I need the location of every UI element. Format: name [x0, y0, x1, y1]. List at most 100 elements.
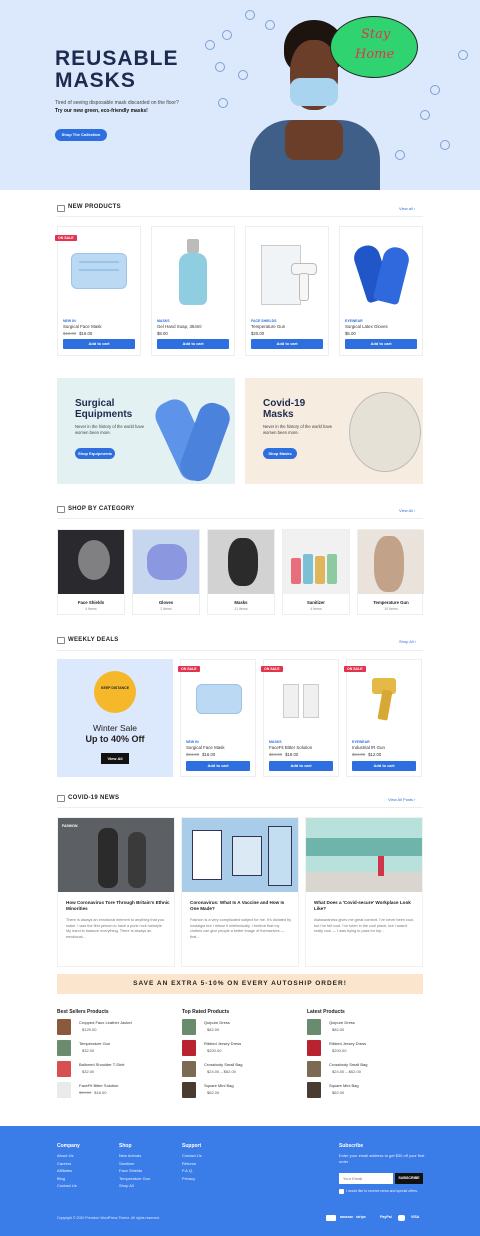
promo-masks[interactable]: Covid-19 Masks Never in the history of th…: [245, 378, 423, 484]
add-to-cart-button[interactable]: Add to cart: [157, 339, 229, 349]
winter-sale-banner[interactable]: KEEP DISTANCE Winter Sale Up to 40% Off …: [57, 659, 173, 777]
promo-equipments[interactable]: Surgical Equipments Never in the history …: [57, 378, 235, 484]
category-sanitizer[interactable]: Sanitizer 4 Items: [282, 529, 350, 615]
list-item[interactable]: Quipure Dress $82.00: [307, 1019, 417, 1035]
list-item[interactable]: Cropped Faux Leather Jacket $129.00: [57, 1019, 167, 1035]
list-item[interactable]: Ribbed Jersey Dress $200.00: [307, 1040, 417, 1056]
autoship-banner: SAVE AN EXTRA 5-10% ON EVERY AUTOSHIP OR…: [57, 974, 423, 994]
product-thumbnail: [182, 1040, 196, 1056]
product-name[interactable]: Surgical Latex Gloves: [345, 324, 388, 329]
list-item[interactable]: Temperature Gun $32.00: [57, 1040, 167, 1056]
category-temperature-gun[interactable]: Temperature Gun 10 Items: [357, 529, 424, 615]
product-thumbnail: [307, 1061, 321, 1077]
product-category[interactable]: NEW IN: [63, 319, 76, 323]
add-to-cart-button[interactable]: Add to cart: [352, 761, 416, 771]
footer-link[interactable]: Shop All: [119, 1182, 150, 1190]
list-item[interactable]: Square Mini Bag $62.00: [182, 1082, 292, 1098]
list-item[interactable]: Balloned Shoulder T-Shirt $32.00: [57, 1061, 167, 1077]
footer-link[interactable]: Privacy: [182, 1175, 202, 1183]
footer-link[interactable]: F.A.Q.: [182, 1167, 202, 1175]
visa-icon: VISA: [411, 1215, 420, 1219]
product-name[interactable]: Square Mini Bag: [204, 1083, 234, 1088]
document-icon: [57, 795, 65, 802]
divider: [57, 807, 423, 808]
deal-card[interactable]: ON SALE MASKS FaceFit Bitter Solution $2…: [261, 659, 339, 777]
deal-card[interactable]: ON SALE NEW IN Surgical Face Mask $24.00…: [178, 659, 256, 777]
product-name[interactable]: Crossbody Small Bag: [204, 1062, 242, 1067]
weekly-shop-all[interactable]: Shop All ›: [399, 639, 416, 644]
news-headline[interactable]: Coronavirus: What Is A Vaccine and How I…: [190, 900, 294, 912]
news-card[interactable]: Coronavirus: What Is A Vaccine and How I…: [181, 817, 299, 967]
list-item[interactable]: Crossbody Small Bag $24.00 – $62.00: [182, 1061, 292, 1077]
product-name[interactable]: Temperature Gun: [251, 324, 285, 329]
subscribe-email-input[interactable]: [339, 1173, 393, 1184]
product-category[interactable]: EYEWEAR: [345, 319, 363, 323]
sale-badge: ON SALE: [55, 235, 77, 241]
product-card[interactable]: ON SALE NEW IN Surgical Face Mask $18.00…: [55, 226, 141, 356]
footer-link[interactable]: Sanitizer: [119, 1160, 150, 1168]
add-to-cart-button[interactable]: Add to cart: [269, 761, 333, 771]
footer-link[interactable]: Careers: [57, 1160, 77, 1168]
list-item[interactable]: Square Mini Bag $62.00: [307, 1082, 417, 1098]
footer-link[interactable]: Blog: [57, 1175, 77, 1183]
product-name[interactable]: Ribbed Jersey Dress: [204, 1041, 241, 1046]
category-gloves[interactable]: Gloves 2 Items: [132, 529, 200, 615]
n95-mask-image: [349, 392, 421, 472]
news-card[interactable]: What Does a 'Covid-secure' Workplace Loo…: [305, 817, 423, 967]
product-name[interactable]: Quipure Dress: [329, 1020, 355, 1025]
news-headline[interactable]: How Coronavirus Tore Through Britain's E…: [66, 900, 170, 912]
category-view-all[interactable]: View All ›: [399, 508, 415, 513]
product-name[interactable]: Quipure Dress: [204, 1020, 230, 1025]
shop-collection-button[interactable]: Shop The Collection: [55, 129, 107, 141]
product-name[interactable]: Temperature Gun: [79, 1041, 110, 1046]
category-face-shields[interactable]: Face Shields 4 Items: [57, 529, 125, 615]
product-name[interactable]: Crossbody Small Bag: [329, 1062, 367, 1067]
product-name[interactable]: Ribbed Jersey Dress: [329, 1041, 366, 1046]
footer-link[interactable]: Face Shields: [119, 1167, 150, 1175]
product-name[interactable]: Gel Hand Soap, 354ml: [157, 324, 201, 329]
footer-link[interactable]: New Arrivals: [119, 1152, 150, 1160]
product-card[interactable]: MASKS Gel Hand Soap, 354ml $8.00 Add to …: [151, 226, 235, 356]
news-card[interactable]: FASHION How Coronavirus Tore Through Bri…: [57, 817, 175, 967]
add-to-cart-button[interactable]: Add to cart: [186, 761, 250, 771]
product-category[interactable]: EYEWEAR: [352, 740, 370, 744]
list-item[interactable]: Quipure Dress $82.00: [182, 1019, 292, 1035]
list-item[interactable]: Crossbody Small Bag $24.00 – $62.00: [307, 1061, 417, 1077]
product-name[interactable]: Surgical Face Mask: [186, 745, 225, 750]
product-name[interactable]: FaceFit Bitter Solution: [79, 1083, 118, 1088]
footer-link[interactable]: Contact Us: [182, 1152, 202, 1160]
product-name[interactable]: FaceFit Bitter Solution: [269, 745, 312, 750]
new-products-view-all[interactable]: View all ›: [399, 206, 415, 211]
product-name[interactable]: Cropped Faux Leather Jacket: [79, 1020, 132, 1025]
product-category[interactable]: MASKS: [269, 740, 282, 744]
footer-link[interactable]: Returns: [182, 1160, 202, 1168]
product-name[interactable]: Industrial IR Gun: [352, 745, 385, 750]
footer-shop-title: Shop: [119, 1143, 132, 1149]
list-item[interactable]: FaceFit Bitter Solution $24.50 $18.00: [57, 1082, 167, 1098]
news-headline[interactable]: What Does a 'Covid-secure' Workplace Loo…: [314, 900, 418, 912]
product-category[interactable]: FACE SHIELDS: [251, 319, 276, 323]
footer-link[interactable]: About Us: [57, 1152, 77, 1160]
product-card[interactable]: FACE SHIELDS Temperature Gun $20.00 Add …: [245, 226, 329, 356]
product-name[interactable]: Balloned Shoulder T-Shirt: [79, 1062, 125, 1067]
news-view-all[interactable]: View All Posts ›: [388, 797, 416, 802]
consent-checkbox[interactable]: [339, 1189, 344, 1194]
product-category[interactable]: MASKS: [157, 319, 170, 323]
footer-link[interactable]: Contact Us: [57, 1182, 77, 1190]
add-to-cart-button[interactable]: Add to cart: [251, 339, 323, 349]
category-masks[interactable]: Masks 11 Items: [207, 529, 275, 615]
shop-equipments-button[interactable]: Shop Equipments: [75, 448, 115, 459]
list-item[interactable]: Ribbed Jersey Dress $200.00: [182, 1040, 292, 1056]
add-to-cart-button[interactable]: Add to cart: [345, 339, 417, 349]
view-all-button[interactable]: View All: [101, 753, 129, 764]
footer-link[interactable]: Affiliates: [57, 1167, 77, 1175]
add-to-cart-button[interactable]: Add to cart: [63, 339, 135, 349]
product-card[interactable]: EYEWEAR Surgical Latex Gloves $5.00 Add …: [339, 226, 423, 356]
deal-card[interactable]: ON SALE EYEWEAR Industrial IR Gun $24.00…: [344, 659, 422, 777]
footer-link[interactable]: Temperature Gun: [119, 1175, 150, 1183]
product-category[interactable]: NEW IN: [186, 740, 199, 744]
subscribe-button[interactable]: SUBSCRIBE: [395, 1173, 423, 1184]
product-name[interactable]: Surgical Face Mask: [63, 324, 102, 329]
product-name[interactable]: Square Mini Bag: [329, 1083, 359, 1088]
shop-masks-button[interactable]: Shop Masks: [263, 448, 297, 459]
